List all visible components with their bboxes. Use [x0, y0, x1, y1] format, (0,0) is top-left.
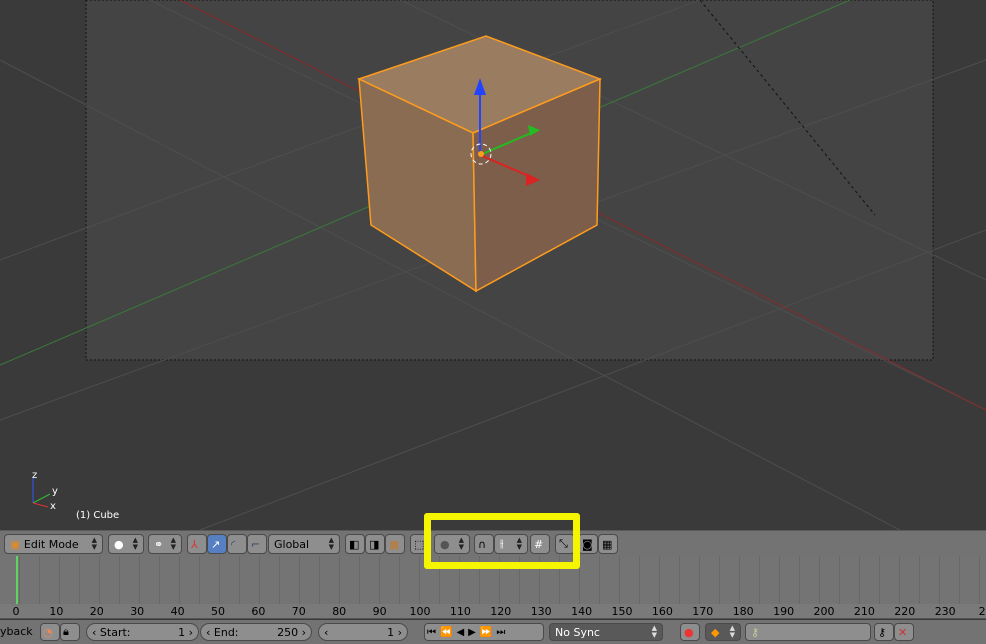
- keying-mode-select[interactable]: ◆ ▲ ▼: [705, 623, 741, 641]
- frame-tick: 150: [611, 605, 633, 618]
- key-insert-icon: ⚷: [878, 625, 887, 639]
- auto-keying-button[interactable]: ●: [680, 623, 700, 641]
- play-reverse-icon[interactable]: ◀: [456, 627, 464, 638]
- vertex-icon: ◧: [349, 537, 360, 551]
- axis-y-label: y: [52, 486, 58, 497]
- translate-manipulator-button[interactable]: ↗: [207, 534, 227, 554]
- frame-tick: 180: [732, 605, 754, 618]
- vertex-select-button[interactable]: ◧: [345, 534, 365, 554]
- shading-select[interactable]: ● ▲ ▼: [108, 534, 144, 554]
- scale-icon: ⌐: [251, 537, 261, 551]
- frame-tick: 20: [89, 605, 104, 618]
- frame-tick: 220: [894, 605, 916, 618]
- prev-keyframe-icon[interactable]: ⏪: [440, 627, 452, 638]
- keying-set-field[interactable]: ⚷: [745, 623, 871, 641]
- arrow-icon: ↗: [211, 537, 221, 551]
- object-label: (1) Cube: [76, 510, 120, 521]
- frame-cursor[interactable]: [16, 556, 18, 604]
- render-animation-button[interactable]: ▦: [598, 534, 618, 554]
- face-icon: ■: [389, 537, 400, 551]
- preview-range-button[interactable]: ◔: [40, 623, 60, 641]
- insert-keyframe-button[interactable]: ⚷: [874, 623, 894, 641]
- start-frame-field[interactable]: ‹ Start: 1 ›: [86, 623, 199, 641]
- frame-ruler[interactable]: 0 10 20 30 40 50 60 70 80 90 100 110 120 130 140 150 160…: [0, 604, 986, 619]
- frame-tick: 30: [130, 605, 145, 618]
- manipulator-icon: ⅄: [191, 537, 198, 551]
- delete-keyframe-button[interactable]: ✕: [894, 623, 914, 641]
- frame-tick: 10: [49, 605, 64, 618]
- frame-tick: 120: [490, 605, 512, 618]
- rotate-manipulator-button[interactable]: ◜: [227, 534, 247, 554]
- camera-icon: ◙: [582, 537, 593, 551]
- frame-tick: 230: [934, 605, 956, 618]
- playback-controls: ⏮ ⏪ ◀ ▶ ⏩ ⏭: [424, 623, 544, 641]
- occlude-icon: ⬚: [414, 537, 425, 551]
- viewport-scene: [0, 0, 986, 530]
- orientation-label: Global: [274, 537, 310, 551]
- lock-icon: 🔒︎: [63, 625, 69, 638]
- clock-icon: ◔: [43, 625, 53, 639]
- start-label: Start:: [99, 625, 131, 639]
- timeline-header: yback ◔ 🔒︎ ‹ Start: 1 › ‹ End: 250 › ‹ 1 › …: [0, 620, 986, 644]
- frame-tick: 0: [12, 605, 20, 618]
- lock-range-button[interactable]: 🔒︎: [60, 623, 80, 641]
- current-frame-field[interactable]: ‹ 1 ›: [318, 623, 408, 641]
- scale-manipulator-button[interactable]: ⌐: [247, 534, 267, 554]
- play-icon[interactable]: ▶: [468, 627, 476, 638]
- sync-select[interactable]: No Sync ▲ ▼: [549, 623, 663, 641]
- frame-tick: 24: [978, 605, 986, 618]
- current-frame-value: 1: [387, 625, 395, 639]
- jump-end-icon[interactable]: ⏭: [496, 627, 505, 638]
- frame-tick: 80: [332, 605, 347, 618]
- frame-tick: 90: [372, 605, 387, 618]
- orientation-select[interactable]: Global ▲ ▼: [268, 534, 340, 554]
- frame-tick: 190: [773, 605, 795, 618]
- frame-tick: 110: [449, 605, 471, 618]
- playback-menu[interactable]: yback: [0, 625, 33, 638]
- frame-tick: 100: [409, 605, 431, 618]
- clapper-icon: ▦: [602, 537, 613, 551]
- axis-widget-icon: [32, 477, 51, 508]
- end-value: 250: [277, 625, 299, 639]
- mode-label: Edit Mode: [23, 537, 79, 551]
- start-value: 1: [178, 625, 186, 639]
- frame-tick: 60: [251, 605, 266, 618]
- axis-z-label: z: [32, 470, 38, 481]
- frame-tick: 200: [813, 605, 835, 618]
- 3d-viewport[interactable]: y x z (1) Cube: [0, 0, 986, 530]
- manipulator-toggle[interactable]: ⅄: [187, 534, 207, 554]
- key-icon: ⚷: [751, 625, 760, 639]
- frame-tick: 130: [530, 605, 552, 618]
- sync-label: No Sync: [555, 625, 600, 639]
- mode-select[interactable]: ▣ Edit Mode ▲ ▼: [4, 534, 103, 554]
- solid-shading-icon: ●: [114, 537, 124, 551]
- highlight-annotation: [424, 513, 580, 569]
- frame-tick: 50: [211, 605, 225, 618]
- axis-x-label: x: [50, 501, 56, 512]
- frame-tick: 160: [651, 605, 673, 618]
- edge-select-button[interactable]: ◨: [365, 534, 385, 554]
- edge-icon: ◨: [369, 537, 380, 551]
- keyframe-icon: ◆: [711, 625, 720, 639]
- frame-tick: 70: [291, 605, 306, 618]
- record-icon: ●: [684, 625, 694, 639]
- render-still-button[interactable]: ◙: [578, 534, 598, 554]
- end-frame-field[interactable]: ‹ End: 250 ›: [200, 623, 312, 641]
- rotate-icon: ◜: [231, 537, 236, 551]
- frame-tick: 40: [170, 605, 185, 618]
- frame-tick: 140: [571, 605, 593, 618]
- jump-start-icon[interactable]: ⏮: [427, 627, 436, 638]
- face-select-button[interactable]: ■: [385, 534, 405, 554]
- frame-tick: 170: [692, 605, 714, 618]
- pivot-icon: ⚭: [154, 537, 164, 551]
- next-keyframe-icon[interactable]: ⏩: [480, 627, 492, 638]
- end-label: End:: [213, 625, 239, 639]
- key-delete-icon: ✕: [898, 625, 908, 639]
- edit-mode-icon: ▣: [10, 537, 21, 551]
- pivot-select[interactable]: ⚭ ▲ ▼: [148, 534, 182, 554]
- frame-tick: 210: [853, 605, 875, 618]
